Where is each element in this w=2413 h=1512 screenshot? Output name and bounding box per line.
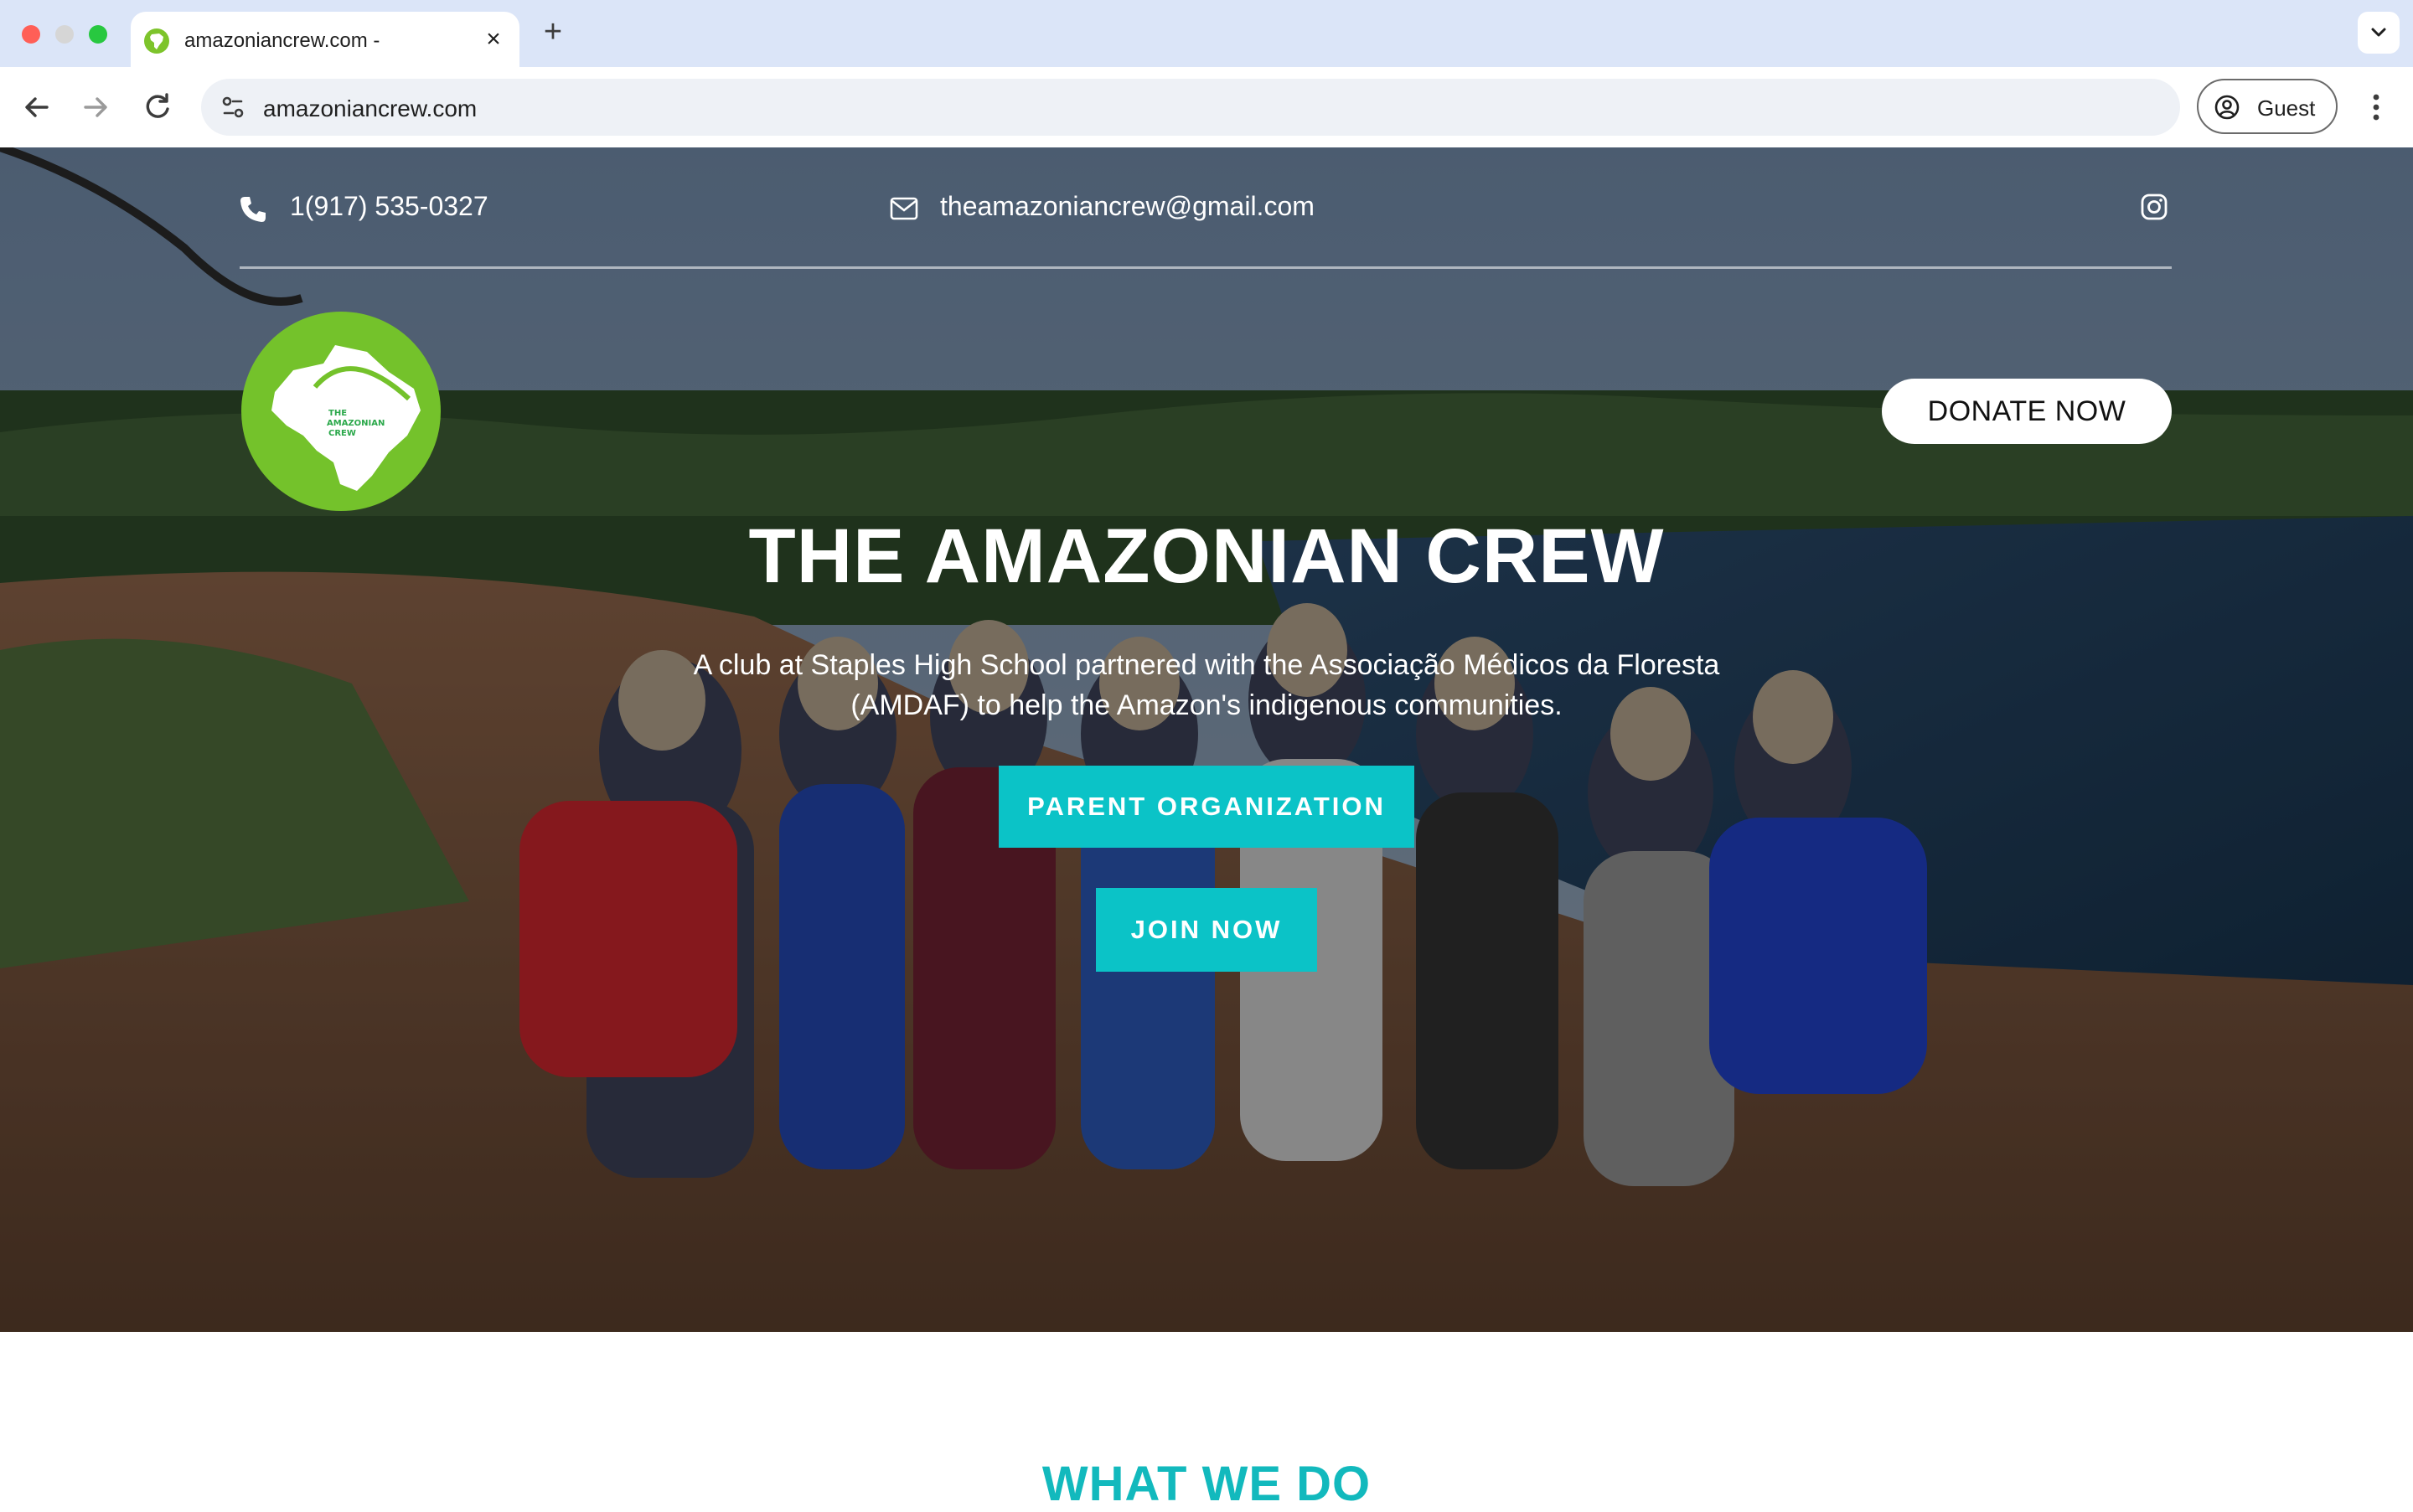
favicon-icon — [144, 28, 169, 54]
phone-icon — [240, 197, 266, 222]
window-close-button[interactable] — [22, 25, 40, 44]
account-circle-icon — [2214, 95, 2240, 120]
reload-icon[interactable] — [139, 89, 176, 126]
browser-tab-strip: amazoniancrew.com - × + — [0, 0, 2413, 67]
browser-tab[interactable]: amazoniancrew.com - × — [131, 12, 519, 67]
contact-email[interactable]: theamazoniancrew@gmail.com — [940, 191, 1315, 222]
tab-search-button[interactable] — [2358, 12, 2400, 54]
window-maximize-button[interactable] — [89, 25, 107, 44]
logo-text-line-2: AMAZONIAN — [327, 419, 385, 428]
window-minimize-button[interactable] — [55, 25, 74, 44]
hero-subtitle: A club at Staples High School partnered … — [693, 649, 1720, 721]
forward-arrow-icon[interactable] — [77, 89, 114, 126]
logo-text-line-3: CREW — [328, 429, 356, 438]
url-text: amazoniancrew.com — [263, 95, 478, 121]
hero-section: 1(917) 535-0327 theamazoniancrew@gmail.c… — [0, 147, 2413, 1332]
address-bar[interactable]: amazoniancrew.com — [201, 79, 2180, 136]
profile-label: Guest — [2257, 95, 2316, 121]
instagram-icon[interactable] — [2140, 193, 2168, 221]
browser-toolbar: amazoniancrew.com Guest — [0, 67, 2413, 147]
browser-menu-icon[interactable] — [2363, 89, 2390, 126]
new-tab-button[interactable]: + — [540, 15, 566, 49]
tab-close-icon[interactable]: × — [481, 27, 506, 52]
profile-button[interactable]: Guest — [2197, 79, 2338, 134]
chevron-down-icon — [2371, 28, 2386, 37]
amazonian-crew-logo[interactable]: THE AMAZONIAN CREW — [241, 312, 441, 511]
contact-phone[interactable]: 1(917) 535-0327 — [290, 191, 488, 222]
header-divider — [240, 266, 2172, 269]
donate-now-button[interactable]: DONATE NOW — [1882, 379, 2172, 444]
site-settings-icon[interactable] — [213, 87, 253, 127]
envelope-icon — [890, 197, 918, 220]
parent-organization-button[interactable]: PARENT ORGANIZATION — [999, 766, 1414, 848]
tab-title: amazoniancrew.com - — [184, 29, 380, 52]
logo-text-line-1: THE — [328, 409, 347, 418]
what-we-do-heading: WHAT WE DO — [1041, 1457, 1372, 1511]
hero-title: THE AMAZONIAN CREW — [748, 513, 1665, 599]
back-arrow-icon[interactable] — [18, 89, 55, 126]
join-now-button[interactable]: JOIN NOW — [1096, 888, 1317, 972]
